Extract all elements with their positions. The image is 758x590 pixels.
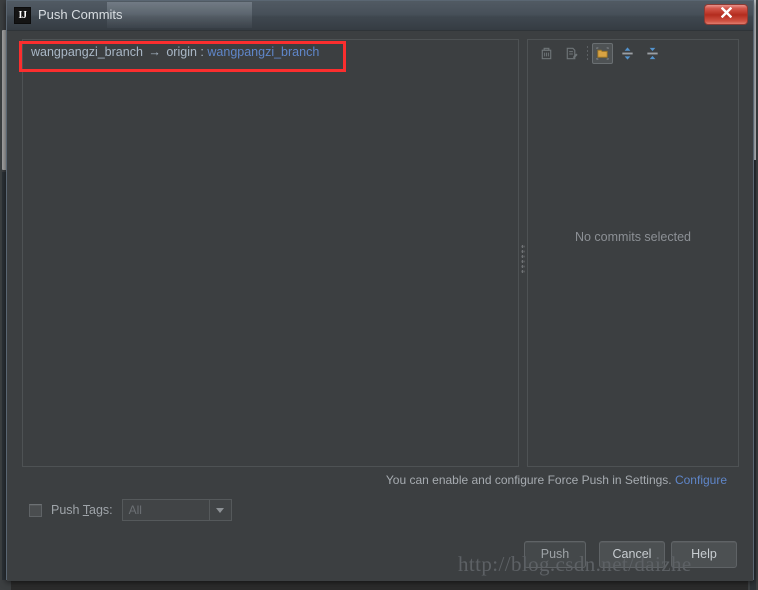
push-tags-checkbox[interactable] [29, 503, 42, 517]
window-title: Push Commits [38, 7, 123, 22]
expand-all-icon[interactable] [617, 43, 638, 64]
dialog-content: wangpangzi_branch → origin : wangpangzi_… [7, 31, 753, 581]
commits-list-pane[interactable]: wangpangzi_branch → origin : wangpangzi_… [22, 39, 519, 467]
push-tags-combobox[interactable]: All [121, 499, 232, 521]
no-commits-message: No commits selected [574, 230, 691, 244]
force-push-hint-text: You can enable and configure Force Push … [385, 473, 672, 487]
group-by-directory-glyph [596, 47, 609, 60]
toolbar-separator [587, 46, 588, 61]
force-push-hint: You can enable and configure Force Push … [386, 473, 727, 487]
intellij-logo-icon: IJ [14, 7, 31, 24]
collapse-all-glyph [647, 47, 658, 60]
configure-link[interactable]: Configure [675, 473, 727, 487]
chevron-down-icon [216, 507, 225, 513]
show-diff-glyph [541, 47, 552, 60]
target-branch-link[interactable]: wangpangzi_branch [207, 45, 319, 59]
collapse-all-icon[interactable] [642, 43, 663, 64]
cancel-button[interactable]: Cancel [599, 541, 665, 568]
push-tags-label: Push Tags: [51, 503, 113, 517]
arrow-icon: → [148, 45, 161, 59]
close-icon [720, 6, 732, 19]
show-diff-icon[interactable] [536, 43, 557, 64]
splitter-grip-icon [521, 244, 525, 274]
edit-source-glyph [566, 47, 578, 60]
remote-name-label: origin [166, 45, 197, 59]
edit-source-icon[interactable] [561, 43, 582, 64]
dialog-titlebar[interactable]: IJ Push Commits [7, 1, 753, 31]
details-toolbar [528, 40, 738, 67]
push-tags-label-after: ags: [89, 503, 113, 517]
help-button[interactable]: Help [671, 541, 737, 568]
push-tags-combobox-value: All [128, 503, 142, 517]
push-commits-dialog: IJ Push Commits wangpangzi_branch → orig… [6, 0, 754, 581]
pane-splitter[interactable] [519, 39, 527, 467]
expand-all-glyph [622, 47, 633, 60]
push-button[interactable]: Push [524, 541, 586, 568]
source-branch-label: wangpangzi_branch [31, 45, 143, 59]
branch-push-spec-row[interactable]: wangpangzi_branch → origin : wangpangzi_… [23, 40, 518, 64]
push-tags-label-before: Push [51, 503, 83, 517]
branch-separator: : [200, 45, 204, 59]
titlebar-gloss [107, 2, 252, 28]
push-tags-combobox-arrow[interactable] [208, 500, 231, 520]
close-window-button[interactable] [704, 4, 748, 25]
push-tags-row: Push Tags: All [29, 499, 232, 521]
commit-details-pane: No commits selected [527, 39, 739, 467]
group-by-directory-icon[interactable] [592, 43, 613, 64]
